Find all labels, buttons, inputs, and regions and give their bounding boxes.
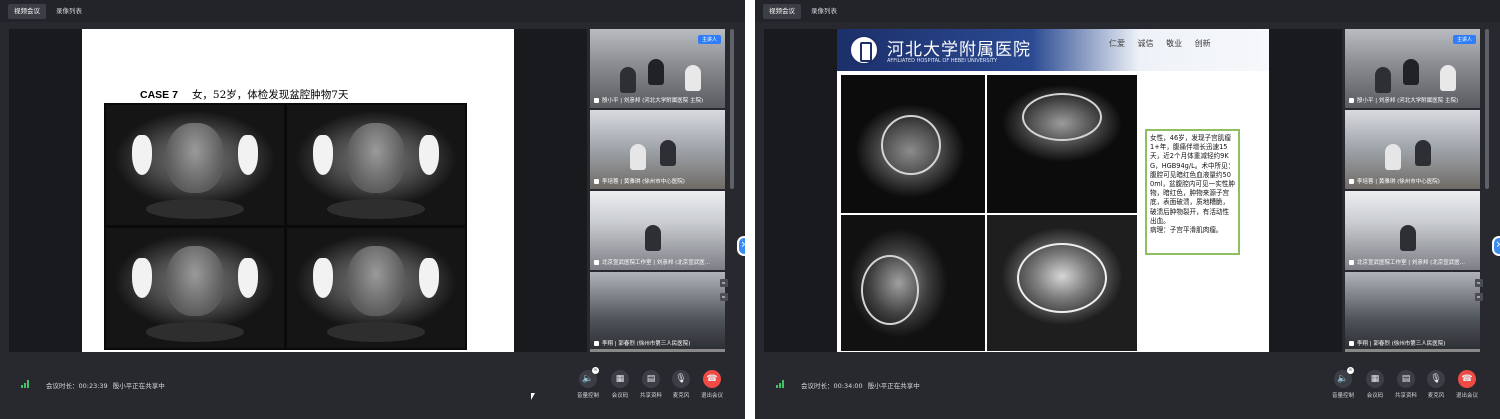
- expand-panel-button[interactable]: [737, 236, 745, 256]
- speaker-icon: 🔈 ∞: [1334, 367, 1354, 388]
- participant-tile[interactable]: 李翔 | 郭春烈 (徐州市第三人民医院): [590, 272, 725, 351]
- hospital-name-en: AFFILIATED HOSPITAL OF HEBEI UNIVERSITY: [887, 58, 998, 64]
- participant-tile[interactable]: 李翔 | 郭春烈 (徐州市第三人民医院): [1345, 272, 1480, 351]
- volume-control-button[interactable]: 🔈 ∞ 音量控制: [570, 367, 606, 399]
- mic-icon: [1349, 341, 1354, 346]
- ct-image: [106, 228, 284, 348]
- qr-code-icon: ▦: [1366, 370, 1384, 388]
- participant-name: 李翔 | 郭春烈 (徐州市第三人民医院): [594, 339, 690, 347]
- tab-video-meeting[interactable]: 视频会议: [8, 4, 46, 19]
- hang-up-icon: ☎: [703, 370, 721, 388]
- sharing-status: 殷小平正在共享中: [867, 382, 920, 390]
- mic-icon: [594, 98, 599, 103]
- hospital-motto: 仁爱 诚信 敬业 创新: [1109, 39, 1211, 48]
- meeting-window-right: 视频会议 录像列表 河北大学附属医院 AFFILIATED HOSPITAL O…: [755, 0, 1500, 419]
- shared-screen-area: 河北大学附属医院 AFFILIATED HOSPITAL OF HEBEI UN…: [764, 29, 1342, 352]
- mouse-cursor-icon: [531, 393, 535, 400]
- ct-image: [287, 228, 465, 348]
- mri-image: [841, 215, 985, 351]
- leave-meeting-button[interactable]: ☎ 退出会议: [1449, 370, 1485, 399]
- tab-recording-list[interactable]: 录像列表: [805, 4, 843, 19]
- slide-ct-case: CASE 7 女，52岁，体检发现盆腔肿物7天: [82, 29, 514, 352]
- document-icon: ▤: [1397, 370, 1415, 388]
- slide-title: CASE 7 女，52岁，体检发现盆腔肿物7天: [140, 87, 348, 102]
- expand-panel-button[interactable]: [1492, 236, 1500, 256]
- meeting-window-left: 视频会议 录像列表 CASE 7 女，52岁，体检发现盆腔肿物7天 主讲人 殷小…: [0, 0, 745, 419]
- tab-bar: 视频会议 录像列表: [755, 0, 1500, 22]
- participant-strip[interactable]: 主讲人 殷小平 | 刘彦邦 (河北大学附属医院 主院) 李培蓉 | 黄雅琪 (徐…: [588, 29, 728, 352]
- participant-tile[interactable]: 主讲人 殷小平 | 刘彦邦 (河北大学附属医院 主院): [1345, 29, 1480, 108]
- signal-strength-icon: [21, 380, 31, 388]
- hospital-name: 河北大学附属医院: [887, 40, 1031, 60]
- screen: 视频会议 录像列表 CASE 7 女，52岁，体检发现盆腔肿物7天 主讲人 殷小…: [0, 0, 1500, 419]
- signal-strength-icon: [776, 380, 786, 388]
- ct-image-grid: [104, 103, 467, 350]
- ct-image: [106, 105, 284, 225]
- tab-recording-list[interactable]: 录像列表: [50, 4, 88, 19]
- participant-name: 李翔 | 郭春烈 (徐州市第三人民医院): [1349, 339, 1445, 347]
- speaker-icon: 🔈 ∞: [579, 367, 599, 388]
- participant-name: 殷小平 | 刘彦邦 (河北大学附属医院 主院): [1349, 96, 1458, 104]
- meeting-status: 会议时长：00:23:39 殷小平正在共享中: [46, 380, 170, 390]
- participant-name: 殷小平 | 刘彦邦 (河北大学附属医院 主院): [594, 96, 703, 104]
- hang-up-icon: ☎: [1458, 370, 1476, 388]
- tab-video-meeting[interactable]: 视频会议: [763, 4, 801, 19]
- ct-image: [287, 105, 465, 225]
- hospital-header: 河北大学附属医院 AFFILIATED HOSPITAL OF HEBEI UN…: [837, 29, 1269, 71]
- case-description: 女，52岁，体检发现盆腔肿物7天: [191, 89, 349, 101]
- qr-code-icon: ▦: [611, 370, 629, 388]
- speaker-badge: 主讲人: [1452, 35, 1476, 44]
- strip-page-down-button[interactable]: [720, 293, 728, 301]
- meeting-status: 会议时长：00:34:00 殷小平正在共享中: [801, 380, 925, 390]
- strip-page-up-button[interactable]: [1475, 279, 1483, 287]
- participant-tile[interactable]: 北京宣武医院工作室 | 刘彦邦 (北京宣武医...: [590, 191, 725, 270]
- hospital-logo-icon: [849, 35, 879, 65]
- mic-icon: [1349, 179, 1354, 184]
- document-icon: ▤: [642, 370, 660, 388]
- participant-tile[interactable]: 北京宣武医院工作室 | 刘彦邦 (北京宣武医...: [1345, 191, 1480, 270]
- mic-icon: [594, 341, 599, 346]
- strip-page-up-button[interactable]: [720, 279, 728, 287]
- volume-control-button[interactable]: 🔈 ∞ 音量控制: [1325, 367, 1361, 399]
- microphone-icon: 🎙: [1427, 370, 1445, 388]
- sharing-status: 殷小平正在共享中: [112, 382, 165, 390]
- meeting-duration: 会议时长：00:23:39: [46, 382, 108, 390]
- mic-icon: [1349, 98, 1354, 103]
- volume-indicator-icon: ∞: [1347, 367, 1354, 374]
- participant-tile[interactable]: [1345, 349, 1480, 352]
- tab-bar: 视频会议 录像列表: [0, 0, 745, 22]
- participant-name: 李培蓉 | 黄雅琪 (徐州市中心医院): [594, 177, 685, 185]
- case-number: CASE 7: [140, 89, 178, 101]
- participant-name: 北京宣武医院工作室 | 刘彦邦 (北京宣武医...: [1349, 258, 1465, 266]
- participant-name: 北京宣武医院工作室 | 刘彦邦 (北京宣武医...: [594, 258, 710, 266]
- slide-mri-case: 河北大学附属医院 AFFILIATED HOSPITAL OF HEBEI UN…: [837, 29, 1269, 352]
- participant-name: 李培蓉 | 黄雅琪 (徐州市中心医院): [1349, 177, 1440, 185]
- mic-icon: [1349, 260, 1354, 265]
- participant-tile[interactable]: 李培蓉 | 黄雅琪 (徐州市中心医院): [1345, 110, 1480, 189]
- mri-image: [987, 75, 1137, 213]
- mri-image: [987, 215, 1137, 351]
- mri-image: [841, 75, 985, 213]
- strip-scrollbar[interactable]: [1485, 29, 1489, 189]
- volume-indicator-icon: ∞: [592, 367, 599, 374]
- participant-strip[interactable]: 主讲人 殷小平 | 刘彦邦 (河北大学附属医院 主院) 李培蓉 | 黄雅琪 (徐…: [1343, 29, 1483, 352]
- meeting-duration: 会议时长：00:34:00: [801, 382, 863, 390]
- mic-icon: [594, 260, 599, 265]
- participant-tile[interactable]: 主讲人 殷小平 | 刘彦邦 (河北大学附属医院 主院): [590, 29, 725, 108]
- leave-meeting-button[interactable]: ☎ 退出会议: [694, 370, 730, 399]
- case-history-box: 女性，46岁，发现子宫肌瘤1+年，腹痛伴增长迅速15天，近2个月体重减轻约9KG…: [1145, 129, 1240, 255]
- pathology-text: 病理：子宫平滑肌肉瘤。: [1150, 226, 1223, 235]
- shared-screen-area: CASE 7 女，52岁，体检发现盆腔肿物7天: [9, 29, 587, 352]
- mic-icon: [594, 179, 599, 184]
- participant-tile[interactable]: [590, 349, 725, 352]
- case-history-text: 女性，46岁，发现子宫肌瘤1+年，腹痛伴增长迅速15天，近2个月体重减轻约9KG…: [1150, 134, 1235, 225]
- strip-scrollbar[interactable]: [730, 29, 734, 189]
- speaker-badge: 主讲人: [697, 35, 721, 44]
- microphone-icon: 🎙: [672, 370, 690, 388]
- participant-tile[interactable]: 李培蓉 | 黄雅琪 (徐州市中心医院): [590, 110, 725, 189]
- strip-page-down-button[interactable]: [1475, 293, 1483, 301]
